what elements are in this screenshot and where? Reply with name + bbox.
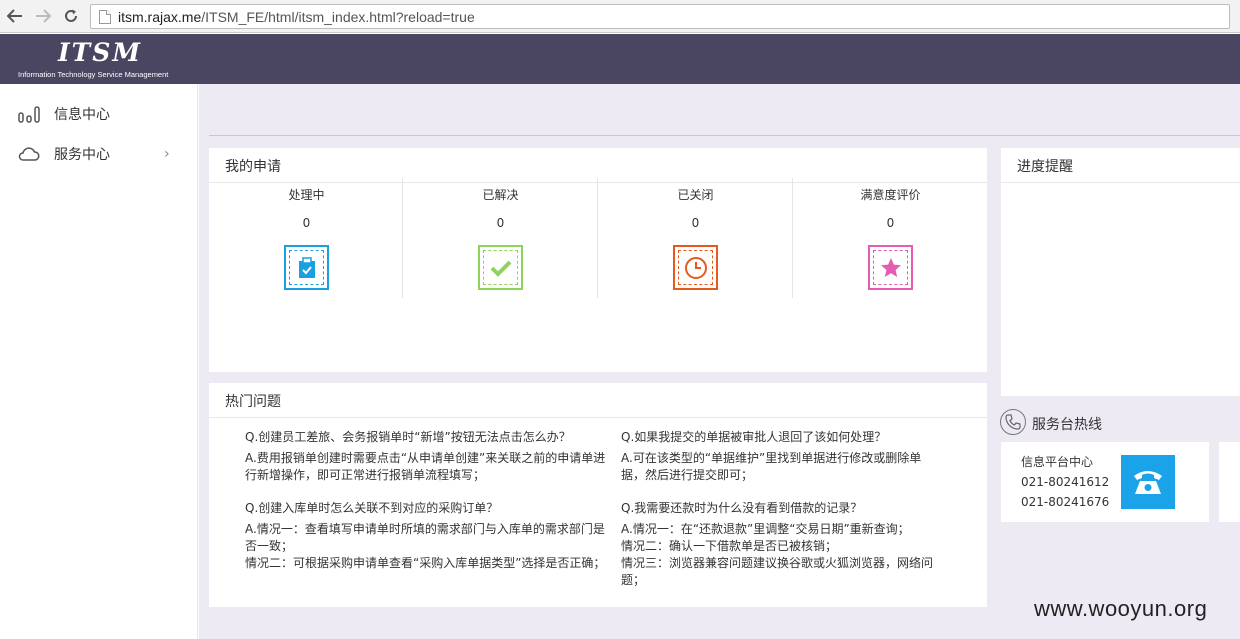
stat-label: 已关闭 (677, 188, 714, 202)
forward-button[interactable] (33, 6, 53, 26)
forward-arrow-icon (36, 9, 51, 23)
url-host: itsm.rajax.me (118, 8, 202, 25)
back-button[interactable] (5, 6, 25, 26)
page-icon (99, 9, 111, 24)
faq-question[interactable]: Q.如果我提交的单据被审批人退回了该如何处理？ (621, 429, 939, 446)
stat-label: 已解决 (482, 188, 519, 202)
stat-count: 0 (691, 216, 700, 230)
telephone-icon[interactable] (1121, 455, 1175, 509)
faq-answer: A.可在该类型的“单据维护”里找到单据进行修改或删除单据，然后进行提交即可； (621, 451, 922, 482)
bar-chart-icon (18, 106, 40, 123)
panel-title: 进度提醒 (1017, 159, 1073, 175)
progress-reminder-panel: 进度提醒 (1001, 148, 1240, 396)
sidebar: 信息中心 服务中心 › (0, 84, 198, 639)
faq-answer: A.费用报销单创建时需要点击“从申请单创建”来关联之前的申请单进行新增操作，即可… (245, 451, 606, 482)
hot-questions-panel: 热门问题 Q.创建员工差旅、会务报销单时“新增”按钮无法点击怎么办？ A.费用报… (209, 383, 987, 607)
clock-icon[interactable] (673, 245, 718, 290)
hotline-card (1219, 442, 1240, 522)
hotline-phone: 021-80241676 (1021, 495, 1110, 509)
star-icon[interactable] (868, 245, 913, 290)
phone-handset-icon (1000, 409, 1026, 435)
divider (209, 417, 987, 418)
address-bar[interactable]: itsm.rajax.me/ITSM_FE/html/itsm_index.ht… (90, 4, 1230, 29)
faq-answer: 情况二：确认一下借款单是否已被核销； (621, 539, 838, 553)
panel-title: 热门问题 (225, 394, 281, 410)
stat-count: 0 (496, 216, 505, 230)
stat-resolved[interactable]: 已解决 0 (403, 178, 598, 298)
stat-satisfaction[interactable]: 满意度评价 0 (793, 178, 988, 298)
hotline-center-name: 信息平台中心 (1021, 455, 1094, 469)
faq-answer: 情况三：浏览器兼容问题建议换谷歌或火狐浏览器，网络问题； (621, 556, 934, 587)
stat-processing[interactable]: 处理中 0 (209, 178, 404, 298)
sidebar-item-service-center[interactable]: 服务中心 › (0, 139, 198, 169)
stat-closed[interactable]: 已关闭 0 (598, 178, 793, 298)
stat-count: 0 (302, 216, 311, 230)
logo-subtitle: Information Technology Service Managemen… (18, 70, 169, 79)
faq-answer: A.情况一：查看填写申请单时所填的需求部门与入库单的需求部门是否一致； (245, 522, 605, 553)
faq-answer: 情况二：可根据采购申请单查看“采购入库单据类型”选择是否正确； (245, 556, 606, 570)
faq-item[interactable]: Q.如果我提交的单据被审批人退回了该如何处理？ A.可在该类型的“单据维护”里找… (621, 429, 939, 484)
hotline-title: 服务台热线 (1032, 417, 1102, 433)
sidebar-item-info-center[interactable]: 信息中心 (0, 99, 198, 129)
faq-answer: A.情况一：在“还款退款”里调整“交易日期”重新查询； (621, 522, 910, 536)
sidebar-item-label: 服务中心 (54, 147, 110, 163)
faq-item[interactable]: Q.我需要还款时为什么没有看到借款的记录？ A.情况一：在“还款退款”里调整“交… (621, 500, 939, 589)
back-arrow-icon (7, 9, 22, 23)
faq-question[interactable]: Q.我需要还款时为什么没有看到借款的记录？ (621, 500, 939, 517)
stat-label: 满意度评价 (860, 188, 921, 202)
browser-toolbar: itsm.rajax.me/ITSM_FE/html/itsm_index.ht… (0, 0, 1240, 33)
app-header (0, 34, 1240, 84)
main-content: 我的申请 处理中 0 已解决 0 已关闭 0 满意度评价 0 进度提醒 热门问题… (199, 84, 1240, 639)
my-requests-panel: 我的申请 处理中 0 已解决 0 已关闭 0 满意度评价 0 (209, 148, 987, 372)
url-path: /ITSM_FE/html/itsm_index.html?reload=tru… (201, 8, 475, 25)
watermark: www.wooyun.org (1034, 596, 1208, 621)
clipboard-icon[interactable] (284, 245, 329, 290)
divider (1001, 182, 1240, 183)
faq-item[interactable]: Q.创建入库单时怎么关联不到对应的采购订单？ A.情况一：查看填写申请单时所填的… (245, 500, 607, 572)
itsm-logo[interactable]: ITSM Information Technology Service Mana… (14, 38, 186, 80)
chevron-right-icon: › (164, 146, 170, 162)
check-icon[interactable] (478, 245, 523, 290)
logo-text: ITSM (57, 38, 143, 67)
panel-title: 我的申请 (225, 159, 281, 175)
faq-question[interactable]: Q.创建入库单时怎么关联不到对应的采购订单？ (245, 500, 607, 517)
stat-label: 处理中 (288, 188, 325, 202)
faq-question[interactable]: Q.创建员工差旅、会务报销单时“新增”按钮无法点击怎么办？ (245, 429, 607, 446)
stat-count: 0 (886, 216, 895, 230)
reload-icon (65, 9, 77, 22)
reload-button[interactable] (61, 6, 81, 26)
divider (209, 135, 1240, 136)
hotline-info: 信息平台中心 021-80241612 021-80241676 (1021, 452, 1109, 512)
sidebar-item-label: 信息中心 (54, 107, 110, 123)
faq-item[interactable]: Q.创建员工差旅、会务报销单时“新增”按钮无法点击怎么办？ A.费用报销单创建时… (245, 429, 607, 484)
cloud-icon (18, 147, 40, 161)
hotline-phone: 021-80241612 (1021, 475, 1110, 489)
